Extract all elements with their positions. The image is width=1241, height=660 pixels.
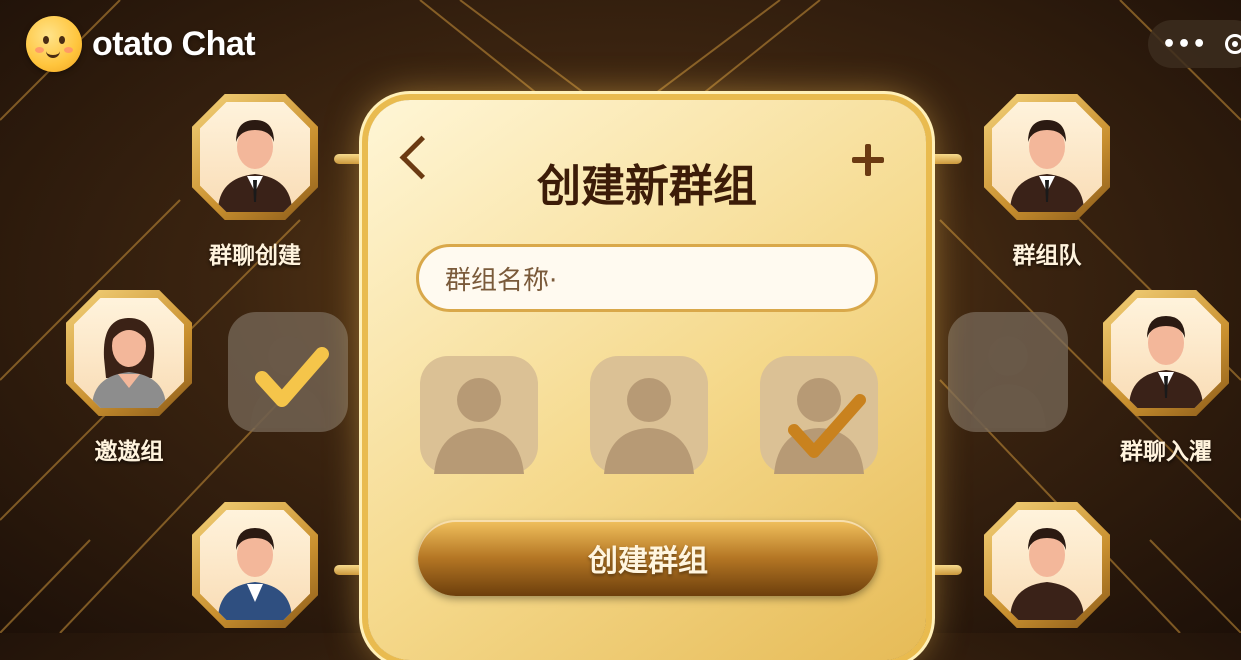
tile-label-group-team: 群组队 xyxy=(1012,243,1082,269)
woman-avatar-icon xyxy=(92,318,166,408)
person-silhouette-icon xyxy=(434,378,524,474)
avatar-tile-bottom-right[interactable] xyxy=(984,502,1110,628)
group-name-input[interactable]: 群组名称· xyxy=(416,244,878,312)
person-silhouette-icon xyxy=(604,378,694,474)
tile-label-group-chat-create: 群聊创建 xyxy=(209,243,301,269)
man-avatar-icon xyxy=(1010,120,1084,212)
member-pick-2[interactable] xyxy=(590,356,708,474)
member-select-left[interactable] xyxy=(228,312,348,432)
brand-name: otato Chat xyxy=(92,24,256,63)
brand: otato Chat xyxy=(26,16,256,72)
member-pick-1[interactable] xyxy=(420,356,538,474)
create-group-button[interactable]: 创建群组 xyxy=(418,520,878,596)
avatar-tile-group-join[interactable] xyxy=(1103,290,1229,416)
man-avatar-icon xyxy=(218,120,292,212)
tile-label-group-join: 群聊入灈 xyxy=(1120,439,1212,465)
avatar-tile-bottom-left[interactable] xyxy=(192,502,318,628)
window-capsule: ••• xyxy=(1148,20,1241,68)
target-icon[interactable] xyxy=(1225,34,1241,54)
potato-logo-icon xyxy=(26,16,82,72)
create-group-panel: 创建新群组 群组名称· 创建群组 xyxy=(368,100,926,660)
avatar-tile-invite-group[interactable] xyxy=(66,290,192,416)
more-dots-icon[interactable]: ••• xyxy=(1162,32,1207,57)
avatar-tile-group-chat-create[interactable] xyxy=(192,94,318,220)
member-pick-3[interactable] xyxy=(760,356,878,474)
man-avatar-icon xyxy=(1010,528,1084,620)
page-title: 创建新群组 xyxy=(537,161,757,212)
member-select-right[interactable] xyxy=(948,312,1068,432)
connector xyxy=(922,154,962,164)
connector xyxy=(922,565,962,575)
man-avatar-icon xyxy=(218,528,292,620)
tile-label-invite-group: 邀遨组 xyxy=(94,439,164,465)
person-silhouette-icon xyxy=(774,378,866,474)
man-avatar-icon xyxy=(1129,316,1203,408)
avatar-tile-group-team[interactable] xyxy=(984,94,1110,220)
